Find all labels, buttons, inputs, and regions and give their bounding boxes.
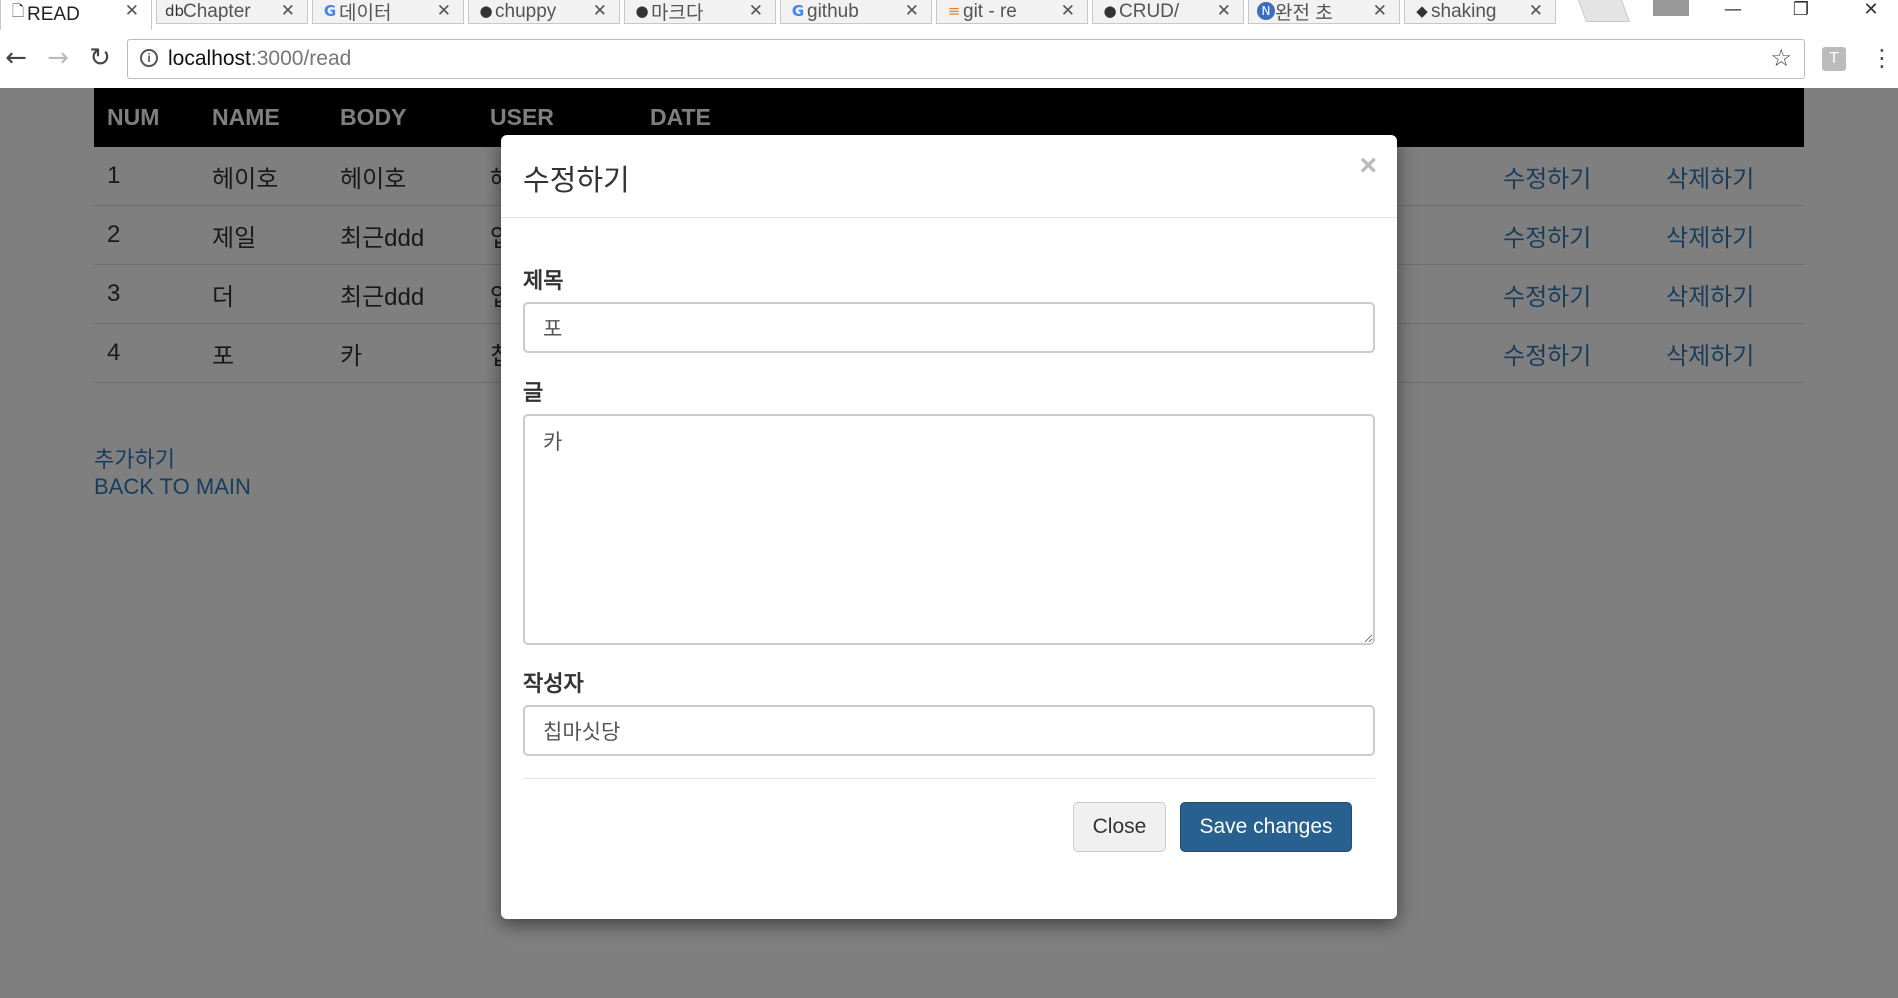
tab-data[interactable]: G 데이터 ✕	[312, 0, 464, 24]
tab-chapter[interactable]: db Chapter ✕	[156, 0, 308, 24]
info-icon[interactable]: i	[140, 49, 158, 67]
new-tab-button[interactable]	[1577, 0, 1631, 22]
tab-label: chuppy	[495, 0, 557, 22]
close-window-icon[interactable]: ✕	[1846, 0, 1896, 24]
tab-label: CRUD/	[1119, 0, 1180, 22]
tab-close-icon[interactable]: ✕	[905, 0, 919, 22]
tab-label: Chapter	[183, 0, 251, 22]
tab-markdown[interactable]: ● 마크다 ✕	[624, 0, 776, 24]
modal-footer-divider	[523, 778, 1375, 779]
author-label: 작성자	[523, 671, 584, 696]
body-textarea[interactable]: 카	[523, 414, 1375, 645]
tab-close-icon[interactable]: ✕	[1217, 0, 1231, 22]
save-changes-button[interactable]: Save changes	[1180, 802, 1352, 852]
tab-chuppy[interactable]: ● chuppy ✕	[468, 0, 620, 24]
tab-github-search[interactable]: G github ✕	[780, 0, 932, 24]
github-icon: ●	[479, 2, 493, 20]
profile-icon[interactable]	[1653, 0, 1689, 16]
title-input[interactable]	[523, 302, 1375, 353]
tab-close-icon[interactable]: ✕	[1061, 0, 1075, 22]
tab-label: READ	[27, 4, 80, 25]
close-icon[interactable]: ×	[1359, 149, 1377, 183]
tab-label: shaking	[1431, 0, 1497, 22]
restore-icon[interactable]: ❐	[1776, 0, 1826, 24]
tab-read[interactable]: 🗋 READ ✕	[0, 0, 152, 30]
tab-label: github	[807, 0, 859, 22]
tab-close-icon[interactable]: ✕	[749, 0, 763, 22]
url-path: :3000/read	[250, 47, 352, 70]
address-bar[interactable]: i localhost:3000/read ☆	[127, 39, 1805, 79]
github-icon: ●	[1103, 2, 1117, 20]
github-icon: ●	[635, 2, 649, 20]
shield-icon: ◆	[1416, 2, 1428, 20]
browser-toolbar: ← → ↻ i localhost:3000/read ☆ T ⋮	[0, 30, 1898, 89]
tab-label: git - re	[963, 0, 1017, 22]
minimize-icon[interactable]: —	[1708, 0, 1758, 24]
tab-label: 완전 초	[1275, 3, 1333, 24]
edit-modal: 수정하기 × 제목 글 카 작성자 Close Save changes	[501, 135, 1397, 919]
menu-icon[interactable]: ⋮	[1870, 42, 1894, 74]
author-input[interactable]	[523, 705, 1375, 756]
forward-arrow-icon[interactable]: →	[42, 42, 74, 74]
extension-button[interactable]: T	[1822, 47, 1846, 71]
body-label: 글	[523, 380, 544, 405]
n-icon: N	[1257, 2, 1275, 20]
tab-close-icon[interactable]: ✕	[281, 0, 295, 22]
tab-label: 마크다	[651, 3, 704, 24]
reload-icon[interactable]: ↻	[84, 42, 116, 74]
google-icon: G	[323, 2, 337, 20]
title-label: 제목	[523, 268, 564, 293]
back-arrow-icon[interactable]: ←	[0, 42, 32, 74]
tab-label: 데이터	[339, 3, 392, 24]
tab-close-icon[interactable]: ✕	[125, 0, 139, 22]
url-host: localhost	[168, 47, 251, 70]
modal-title: 수정하기	[523, 165, 630, 197]
tab-git-reject[interactable]: ≡ git - re ✕	[936, 0, 1088, 24]
bookmark-star-icon[interactable]: ☆	[1770, 40, 1792, 78]
google-icon: G	[791, 2, 805, 20]
tab-close-icon[interactable]: ✕	[437, 0, 451, 22]
tab-beginner[interactable]: N 완전 초 ✕	[1248, 0, 1400, 24]
db-icon: db	[165, 2, 185, 20]
close-button[interactable]: Close	[1073, 802, 1166, 852]
page-icon: 🗋	[11, 2, 25, 20]
modal-header: 수정하기 ×	[501, 135, 1397, 218]
tab-close-icon[interactable]: ✕	[1529, 0, 1543, 22]
tab-close-icon[interactable]: ✕	[1373, 0, 1387, 22]
tab-close-icon[interactable]: ✕	[593, 0, 607, 22]
stackoverflow-icon: ≡	[947, 2, 961, 20]
tab-crud[interactable]: ● CRUD/ ✕	[1092, 0, 1244, 24]
browser-tab-strip: 🗋 READ ✕ db Chapter ✕ G 데이터 ✕ ● chuppy ✕…	[0, 0, 1898, 30]
tab-shaking[interactable]: ◆ shaking ✕	[1404, 0, 1556, 24]
